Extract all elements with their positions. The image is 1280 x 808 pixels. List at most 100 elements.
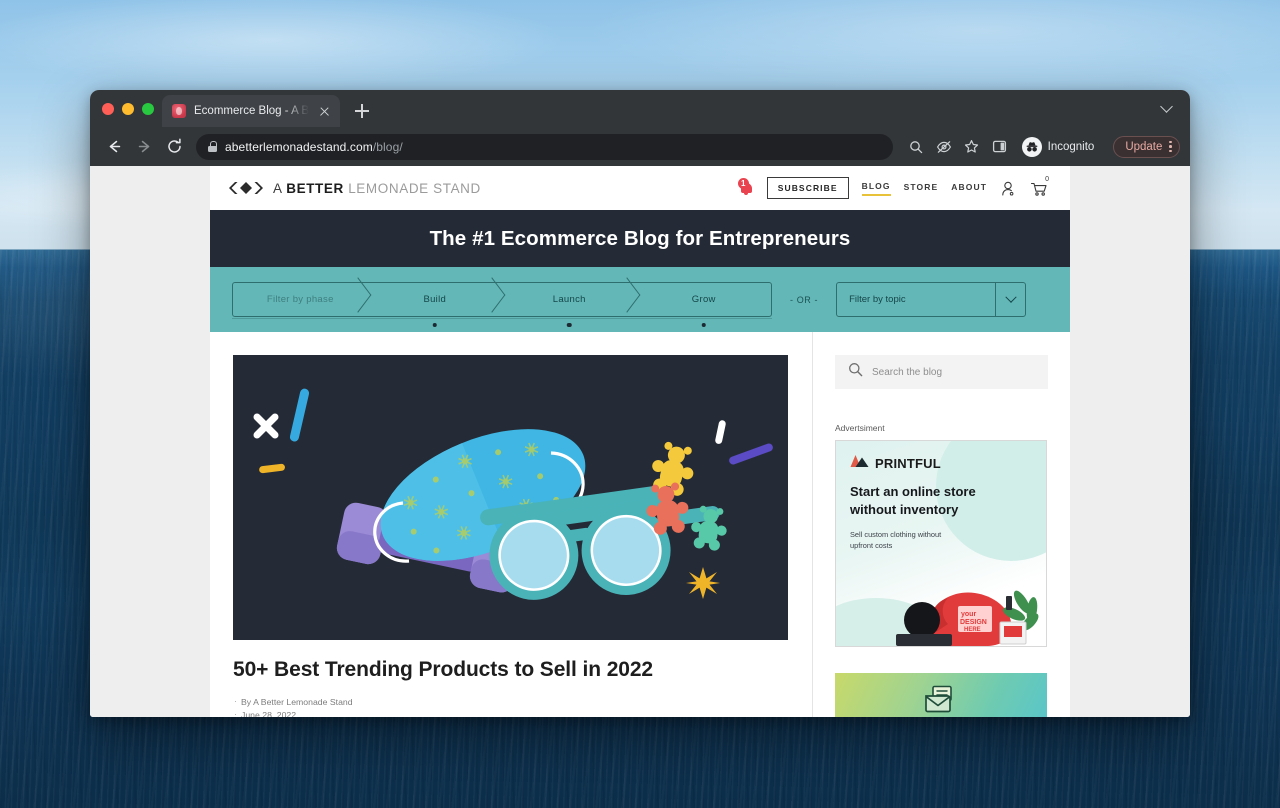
site-logo-text: A BETTER LEMONADE STAND — [273, 181, 481, 196]
kebab-menu-icon[interactable] — [1169, 140, 1172, 153]
phase-dot — [701, 322, 706, 327]
ad-headline: Start an online store without inventory — [850, 484, 976, 517]
close-tab-icon[interactable] — [317, 104, 332, 119]
desktop-wallpaper: Ecommerce Blog - A Better Lem — [0, 0, 1280, 808]
reload-button[interactable] — [160, 133, 188, 161]
search-placeholder: Search the blog — [872, 366, 943, 378]
chevron-separator-icon — [347, 283, 369, 316]
phase-label: Grow — [691, 294, 716, 305]
article-featured-image[interactable] — [233, 355, 788, 640]
maximize-window-button[interactable] — [142, 102, 154, 115]
phase-filter-group: Filter by phase Build Launch Grow — [232, 282, 772, 327]
back-button[interactable] — [100, 133, 128, 161]
sidebar: Search the blog Advertsiment PRINTFUL St… — [813, 332, 1070, 717]
page-viewport: A BETTER LEMONADE STAND 1 SUBSCRIBE BLOG… — [90, 166, 1190, 717]
address-bar[interactable]: abetterlemonadestand.com/blog/ — [196, 133, 893, 160]
window-traffic-lights — [100, 90, 162, 127]
nav-link-store[interactable]: STORE — [904, 182, 939, 195]
svg-text:your: your — [961, 611, 976, 618]
search-icon — [848, 362, 863, 382]
arrow-right-icon — [138, 140, 149, 153]
phase-dot — [432, 322, 437, 327]
phase-build[interactable]: Build — [368, 283, 503, 327]
chevron-down-icon[interactable] — [1162, 101, 1174, 113]
phase-filter-placeholder[interactable]: Filter by phase — [233, 283, 368, 316]
lock-icon — [208, 141, 217, 152]
ad-product-photo: your DESIGN HERE — [836, 590, 1039, 646]
article-date: June 28, 2022 — [233, 708, 788, 717]
topic-filter-dropdown[interactable]: Filter by topic — [836, 282, 1027, 317]
logo-lemonade: LEMONADE STAND — [348, 180, 481, 196]
update-button[interactable]: Update — [1113, 135, 1180, 158]
article-meta: By A Better Lemonade Stand June 28, 2022… — [233, 695, 788, 717]
site-navigation: 1 SUBSCRIBE BLOG STORE ABOUT 0 — [737, 176, 1049, 199]
nav-link-blog[interactable]: BLOG — [861, 181, 891, 196]
bookmark-star-icon[interactable] — [959, 134, 985, 160]
notification-count: 1 — [737, 177, 749, 189]
phase-label: Launch — [552, 294, 586, 305]
new-tab-button[interactable] — [349, 98, 375, 124]
trending-products-illustration — [233, 355, 788, 640]
chevron-separator-icon — [481, 283, 503, 316]
browser-window: Ecommerce Blog - A Better Lem — [90, 90, 1190, 717]
ad-brand-name: PRINTFUL — [875, 456, 941, 471]
page-content: 50+ Best Trending Products to Sell in 20… — [210, 332, 1070, 717]
profile-label: Incognito — [1047, 140, 1095, 153]
browser-toolbar: abetterlemonadestand.com/blog/ Incognito… — [90, 127, 1190, 166]
incognito-avatar-icon — [1021, 136, 1042, 157]
close-window-button[interactable] — [102, 102, 114, 115]
chevron-down-icon[interactable] — [995, 283, 1025, 316]
phase-launch[interactable]: Launch — [502, 283, 638, 327]
user-account-icon[interactable] — [1000, 180, 1017, 197]
browser-tab-strip: Ecommerce Blog - A Better Lem — [90, 90, 1190, 127]
logo-a: A — [273, 180, 282, 196]
lemon-favicon-icon — [172, 104, 186, 118]
logo-better: BETTER — [286, 180, 344, 196]
notification-bell-icon[interactable]: 1 — [737, 177, 754, 197]
reload-icon — [167, 138, 181, 153]
chevron-separator-icon — [616, 283, 638, 316]
phase-grow[interactable]: Grow — [637, 283, 772, 327]
arrow-left-icon — [109, 140, 120, 153]
advertisement-label: Advertsiment — [835, 423, 885, 433]
subscribe-button[interactable]: SUBSCRIBE — [766, 177, 849, 199]
shopping-cart-icon[interactable]: 0 — [1030, 176, 1049, 197]
cart-item-count: 0 — [1045, 175, 1049, 183]
or-separator-label: - OR - — [790, 294, 819, 305]
topic-filter-label: Filter by topic — [849, 294, 906, 305]
svg-text:DESIGN: DESIGN — [960, 619, 987, 626]
advertisement-card[interactable]: PRINTFUL Start an online store without i… — [835, 440, 1047, 647]
phase-dot — [567, 322, 572, 327]
filter-bar: Filter by phase Build Launch Grow - OR -… — [210, 267, 1070, 332]
profile-incognito-button[interactable]: Incognito — [1019, 134, 1105, 160]
phase-label: Filter by phase — [266, 294, 334, 305]
minimize-window-button[interactable] — [122, 102, 134, 115]
newsletter-signup-card[interactable]: Join 30,238 smart online — [835, 673, 1047, 717]
site-header: A BETTER LEMONADE STAND 1 SUBSCRIBE BLOG… — [210, 166, 1070, 210]
site-logo[interactable]: A BETTER LEMONADE STAND — [228, 180, 481, 196]
svg-text:HERE: HERE — [964, 627, 981, 633]
nav-link-about[interactable]: ABOUT — [951, 182, 987, 195]
article-title[interactable]: 50+ Best Trending Products to Sell in 20… — [233, 658, 788, 682]
browser-tab[interactable]: Ecommerce Blog - A Better Lem — [162, 95, 340, 127]
eye-off-icon[interactable] — [931, 134, 957, 160]
search-icon[interactable] — [903, 134, 929, 160]
tab-title: Ecommerce Blog - A Better Lem — [194, 105, 309, 117]
forward-button[interactable] — [130, 133, 158, 161]
article-author: By A Better Lemonade Stand — [233, 695, 788, 709]
side-panel-icon[interactable] — [987, 134, 1013, 160]
web-page: A BETTER LEMONADE STAND 1 SUBSCRIBE BLOG… — [210, 166, 1070, 717]
phase-label: Build — [423, 294, 447, 305]
hero-banner: The #1 Ecommerce Blog for Entrepreneurs — [210, 210, 1070, 267]
phase-baseline — [232, 318, 772, 319]
url-domain: abetterlemonadestand.com — [225, 139, 373, 154]
printful-mountains-icon — [850, 454, 869, 473]
url-text: abetterlemonadestand.com/blog/ — [225, 140, 403, 154]
url-path: /blog/ — [372, 139, 403, 154]
main-column: 50+ Best Trending Products to Sell in 20… — [210, 332, 812, 717]
ad-logo: PRINTFUL — [850, 454, 941, 473]
diamond-chevrons-icon — [228, 180, 264, 196]
hero-title: The #1 Ecommerce Blog for Entrepreneurs — [429, 226, 851, 250]
envelope-letter-icon — [924, 685, 958, 717]
search-input[interactable]: Search the blog — [835, 355, 1048, 389]
